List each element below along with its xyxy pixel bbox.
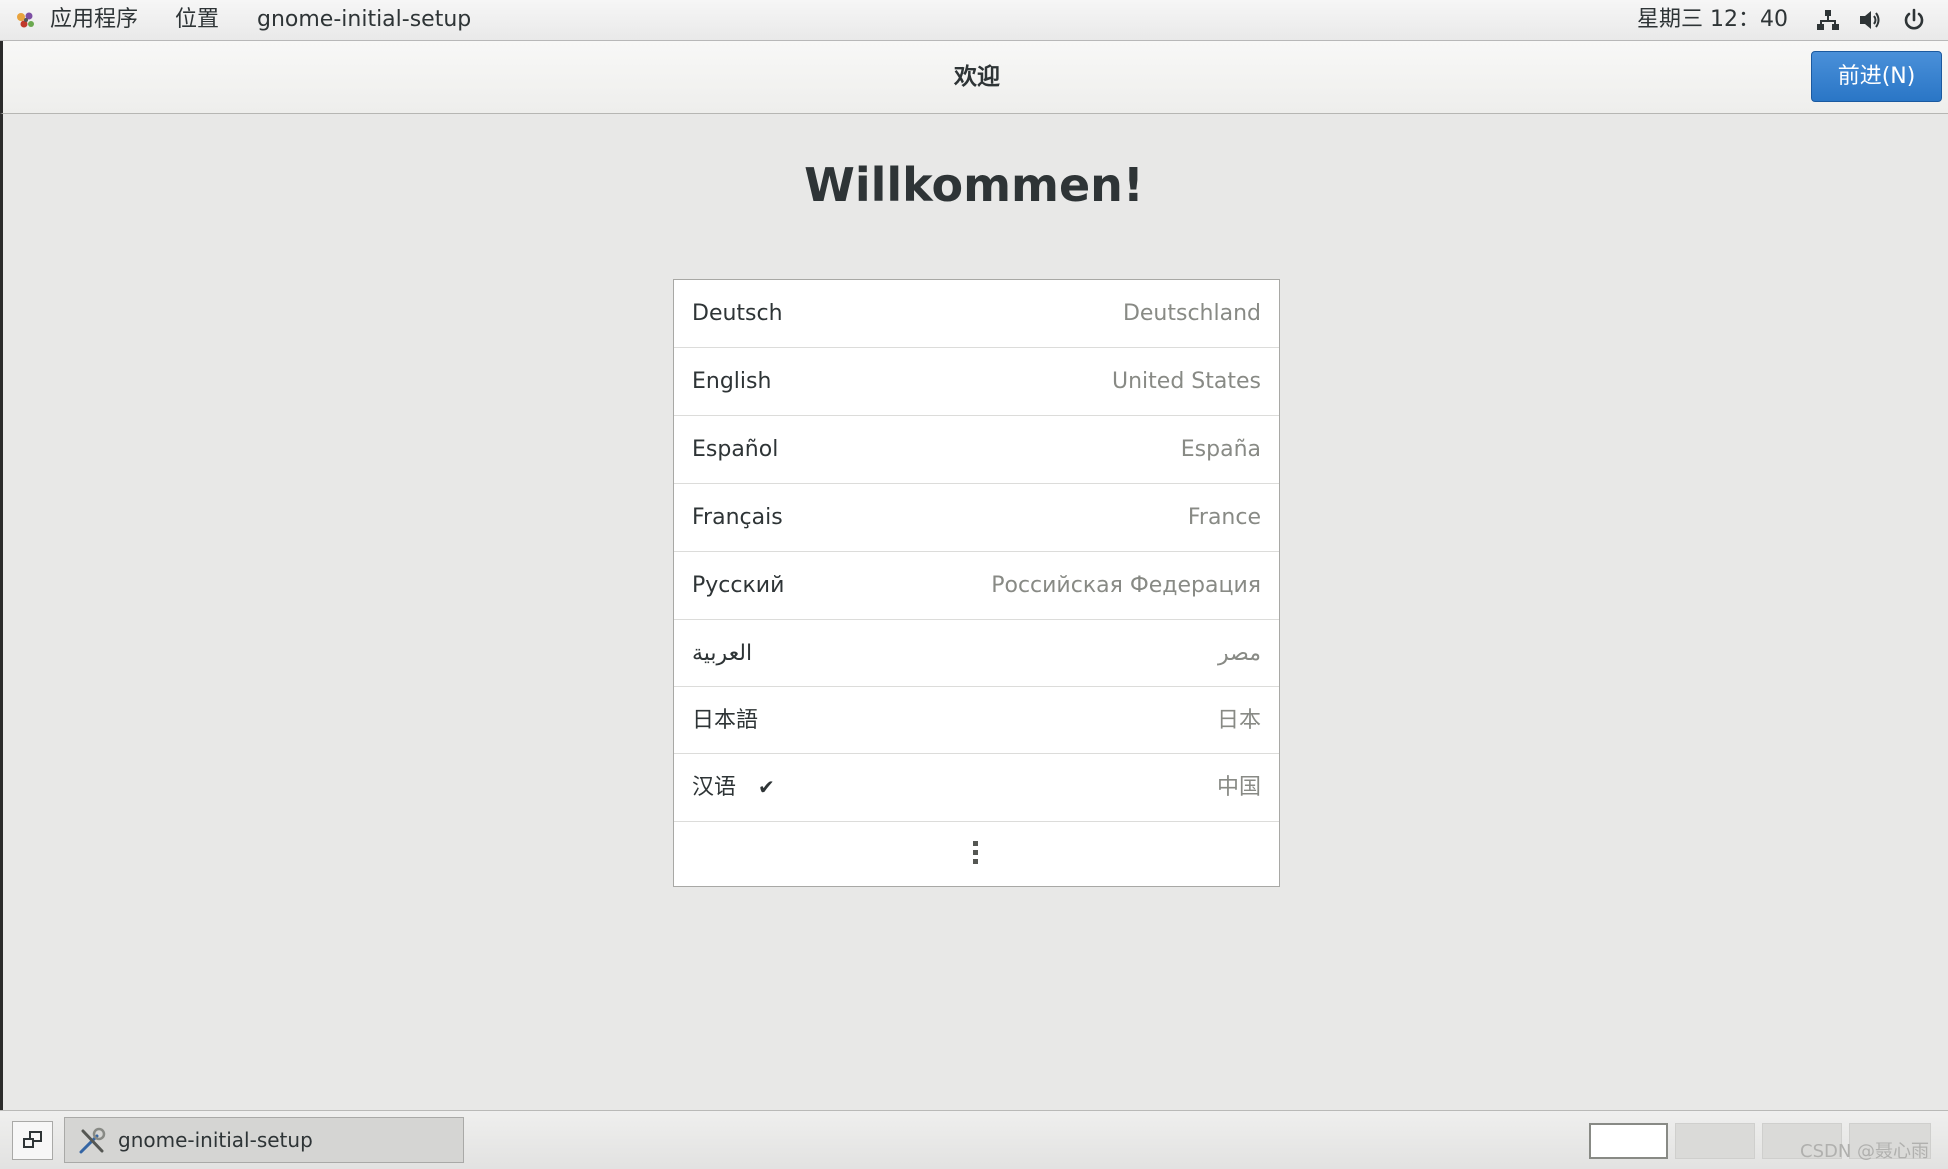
watermark: CSDN @聂心雨 xyxy=(1800,1141,1930,1162)
language-row-arabic[interactable]: العربية مصر xyxy=(674,620,1279,687)
language-row-francais[interactable]: Français France xyxy=(674,484,1279,552)
language-region: United States xyxy=(1112,369,1261,394)
applications-menu-icon[interactable] xyxy=(14,9,38,31)
taskbar-window-label: gnome-initial-setup xyxy=(118,1128,313,1152)
language-name: Español xyxy=(692,437,779,462)
language-region: مصر xyxy=(1217,641,1261,666)
workspace-1[interactable] xyxy=(1589,1123,1668,1159)
more-languages-button[interactable] xyxy=(674,822,1279,884)
language-region: Deutschland xyxy=(1122,301,1261,326)
language-list: Deutsch Deutschland English United State… xyxy=(673,279,1280,887)
language-name: 日本語 xyxy=(692,708,759,733)
language-row-japanese[interactable]: 日本語 日本 xyxy=(674,687,1279,754)
language-name: العربية xyxy=(692,641,753,666)
language-row-english[interactable]: English United States xyxy=(674,348,1279,416)
volume-icon[interactable] xyxy=(1857,7,1883,33)
language-region: Российская Федерация xyxy=(991,573,1261,598)
language-name: Русский xyxy=(692,573,785,598)
next-button[interactable]: 前进(N) xyxy=(1811,51,1942,102)
welcome-heading: Willkommen! xyxy=(804,158,1144,212)
top-panel: 应用程序 位置 gnome-initial-setup 星期三 12：40 xyxy=(0,0,1948,41)
check-icon: ✔ xyxy=(758,775,775,799)
language-name: 汉语 xyxy=(692,775,737,800)
bottom-panel: gnome-initial-setup xyxy=(0,1110,1948,1169)
show-desktop-icon xyxy=(23,1131,42,1148)
language-region: España xyxy=(1180,437,1261,462)
applications-menu[interactable]: 应用程序 xyxy=(50,0,138,40)
language-name: Deutsch xyxy=(692,301,783,326)
language-region: France xyxy=(1187,505,1261,530)
active-window-title[interactable]: gnome-initial-setup xyxy=(257,0,471,40)
language-name: English xyxy=(692,369,772,394)
language-row-chinese[interactable]: 汉语 ✔ 中国 xyxy=(674,754,1279,822)
network-icon[interactable] xyxy=(1815,7,1841,33)
language-region: 日本 xyxy=(1216,708,1261,733)
window-border xyxy=(0,114,3,1114)
taskbar-window-button[interactable]: gnome-initial-setup xyxy=(64,1117,464,1163)
language-row-russian[interactable]: Русский Российская Федерация xyxy=(674,552,1279,620)
places-menu[interactable]: 位置 xyxy=(175,0,219,40)
language-region: 中国 xyxy=(1216,775,1261,800)
tools-icon xyxy=(79,1127,106,1154)
language-name: Français xyxy=(692,505,783,530)
language-row-deutsch[interactable]: Deutsch Deutschland xyxy=(674,280,1279,348)
show-desktop-button[interactable] xyxy=(12,1121,53,1160)
more-vertical-icon xyxy=(973,841,979,865)
header-bar: 欢迎 前进(N) xyxy=(0,41,1948,114)
header-title: 欢迎 xyxy=(954,64,1000,90)
language-row-espanol[interactable]: Español España xyxy=(674,416,1279,484)
power-icon[interactable] xyxy=(1901,7,1927,33)
clock[interactable]: 星期三 12：40 xyxy=(1637,0,1788,40)
workspace-2[interactable] xyxy=(1675,1123,1755,1159)
